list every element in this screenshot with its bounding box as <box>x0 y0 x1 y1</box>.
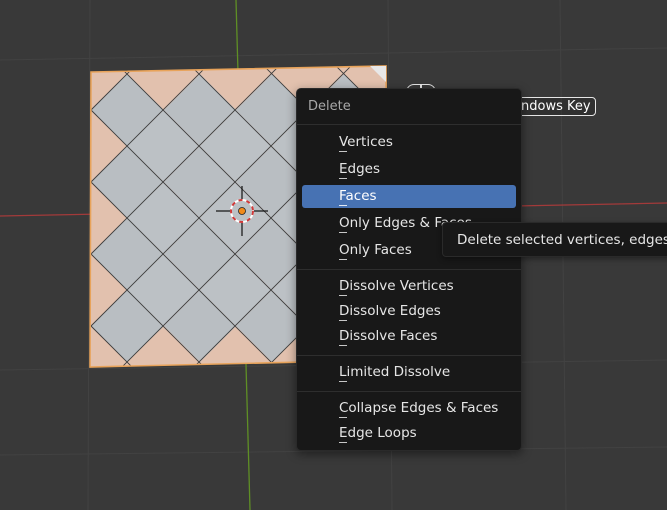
menu-item-vertices[interactable]: Vertices <box>302 131 516 154</box>
menu-item-label: Limited Dissolve <box>339 361 450 384</box>
menu-item-edge-loops[interactable]: Edge Loops <box>302 422 516 445</box>
menu-item-label: Collapse Edges & Faces <box>339 397 498 420</box>
menu-item-edges[interactable]: Edges <box>302 158 516 181</box>
menu-item-limited-dissolve[interactable]: Limited Dissolve <box>302 361 516 384</box>
menu-item-dissolve-edges[interactable]: Dissolve Edges <box>302 300 516 323</box>
menu-separator <box>297 269 521 270</box>
tooltip: Delete selected vertices, edges or faces <box>442 222 667 257</box>
menu-item-label: Edges <box>339 158 380 181</box>
menu-item-collapse-edges-faces[interactable]: Collapse Edges & Faces <box>302 397 516 420</box>
menu-separator <box>297 124 521 125</box>
menu-item-label: Dissolve Edges <box>339 300 441 323</box>
menu-item-label: Faces <box>339 185 377 208</box>
menu-item-label: Dissolve Vertices <box>339 275 454 298</box>
menu-item-label: Dissolve Faces <box>339 325 437 348</box>
menu-item-faces[interactable]: Faces <box>302 185 516 208</box>
menu-item-label: Edge Loops <box>339 422 417 445</box>
menu-item-label: Only Faces <box>339 239 412 262</box>
menu-title: Delete <box>308 99 351 114</box>
delete-menu: Delete Vertices Edges Faces Only Edges &… <box>296 88 522 451</box>
menu-item-dissolve-faces[interactable]: Dissolve Faces <box>302 325 516 348</box>
menu-separator <box>297 355 521 356</box>
menu-item-dissolve-vertices[interactable]: Dissolve Vertices <box>302 275 516 298</box>
menu-item-label: Vertices <box>339 131 393 154</box>
tooltip-text: Delete selected vertices, edges or faces <box>457 232 667 248</box>
key-overlay-label: ndows Key <box>521 99 591 114</box>
menu-separator <box>297 391 521 392</box>
